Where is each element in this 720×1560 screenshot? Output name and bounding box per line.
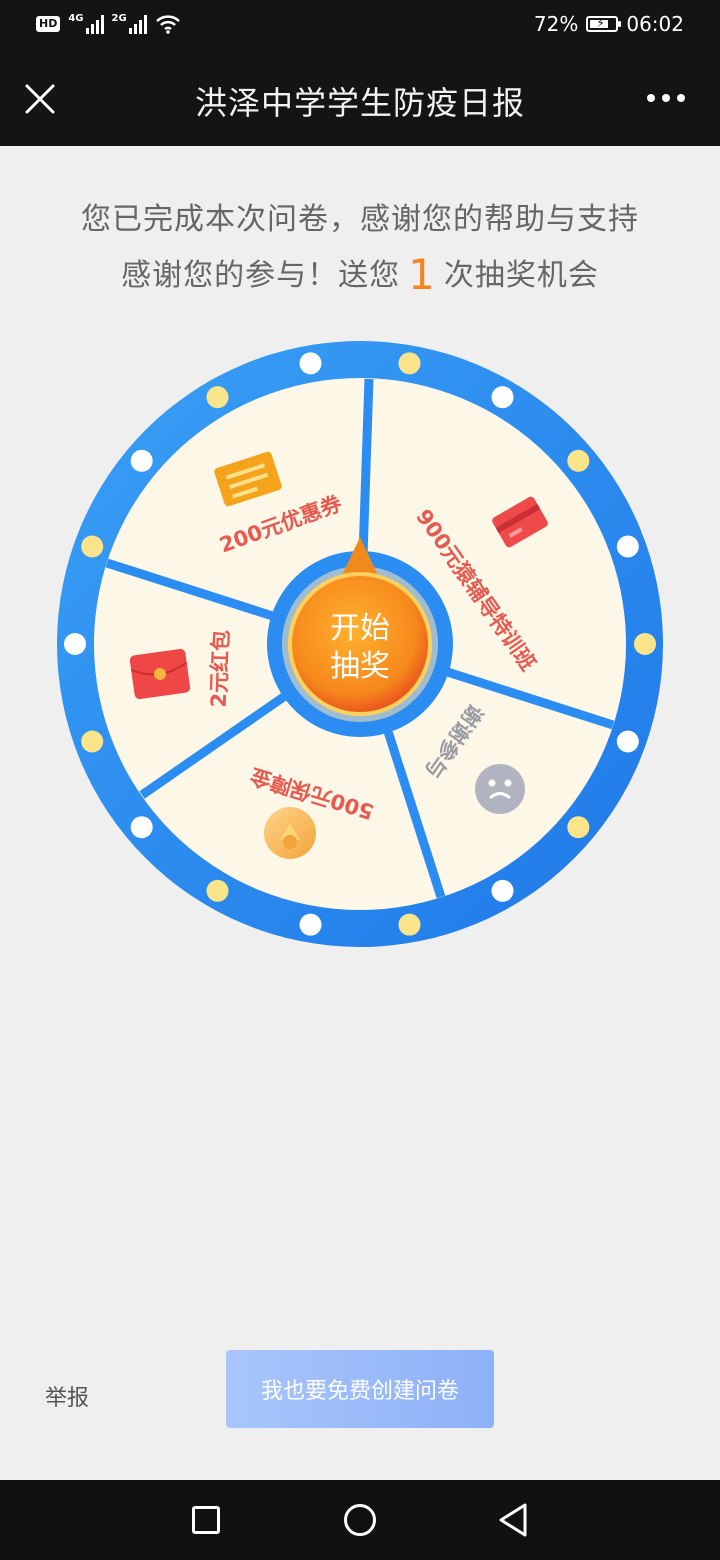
start-label-line2: 抽奖 (330, 649, 390, 684)
more-dots-icon[interactable] (642, 86, 690, 110)
report-link[interactable]: 举报 (45, 1380, 89, 1412)
prize-label-4: 2元红包 (207, 630, 234, 708)
start-draw-button[interactable]: 开始 抽奖 (288, 572, 432, 716)
nav-bar: 洪泽中学学生防疫日报 (0, 52, 720, 146)
prize-wheel-graphic: 900元猿辅导特训班 谢谢参与 500元保障金 2元红包 200元优惠券 开始 … (57, 341, 663, 947)
rim-bulb (491, 879, 514, 902)
status-bar: HD 4G 2G 72% ⚡ 06:02 (0, 0, 720, 52)
gold-coin-icon (264, 807, 316, 859)
rim-bulb (206, 879, 229, 902)
rim-bulb (81, 535, 104, 558)
home-icon[interactable] (344, 1504, 376, 1536)
prize-wheel: 900元猿辅导特训班 谢谢参与 500元保障金 2元红包 200元优惠券 开始 … (57, 341, 663, 947)
sim1-network-label: 4G (68, 13, 84, 24)
red-envelope-icon (129, 648, 191, 700)
signal-sim2-icon: 2G (112, 14, 147, 34)
wifi-icon (155, 15, 180, 34)
rim-bulb (64, 633, 86, 655)
create-survey-button[interactable]: 我也要免费创建问卷 (226, 1350, 494, 1428)
rim-bulb (398, 913, 421, 936)
battery-icon: ⚡ (586, 16, 622, 32)
sim2-network-label: 2G (111, 13, 127, 24)
rim-bulb (616, 730, 639, 753)
lottery-chance-message: 感谢您的参与！送您 1 次抽奖机会 (0, 250, 720, 299)
rim-bulb (616, 535, 639, 558)
page-title: 洪泽中学学生防疫日报 (194, 84, 525, 122)
back-icon[interactable] (496, 1502, 530, 1538)
chance-prefix: 感谢您的参与！送您 (121, 258, 401, 293)
rim-bulb (398, 352, 421, 375)
rim-bulb (634, 633, 656, 655)
status-right: 72% ⚡ 06:02 (534, 12, 684, 36)
rim-bulb (130, 449, 153, 472)
hd-icon: HD (36, 16, 61, 32)
rim-bulb (299, 913, 322, 936)
system-nav-bar (0, 1480, 720, 1560)
clock: 06:02 (626, 12, 684, 36)
rim-bulb (567, 816, 590, 839)
completion-message: 您已完成本次问卷，感谢您的帮助与支持 (81, 202, 639, 237)
rim-bulb (299, 352, 322, 375)
status-left: HD 4G 2G (36, 14, 181, 34)
rim-bulb (130, 816, 153, 839)
chance-suffix: 次抽奖机会 (443, 258, 599, 293)
smiley-icon (475, 764, 525, 814)
rim-bulb (491, 386, 514, 409)
battery-percent: 72% (533, 12, 579, 36)
recent-apps-icon[interactable] (192, 1506, 220, 1534)
chance-count: 1 (408, 250, 436, 299)
start-label-line1: 开始 (330, 611, 390, 646)
signal-sim1-icon: 4G (68, 13, 104, 34)
rim-bulb (567, 449, 590, 472)
rim-bulb (206, 386, 229, 409)
rim-bulb (81, 730, 104, 753)
